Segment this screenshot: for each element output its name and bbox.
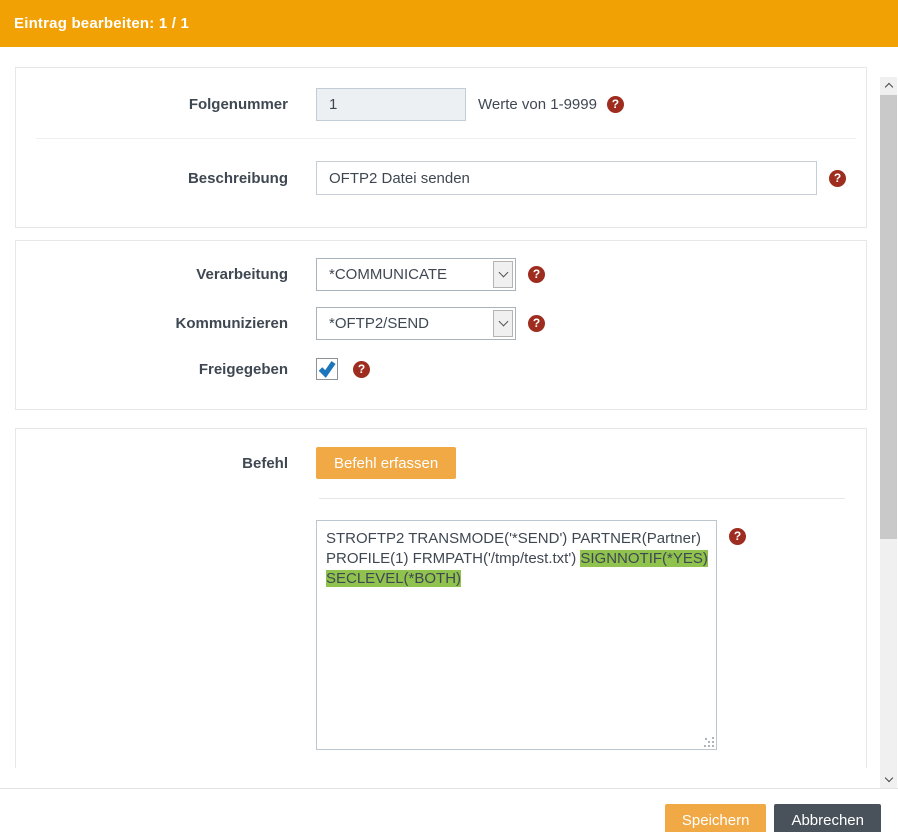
befehl-row: Befehl Befehl erfassen — [16, 429, 866, 479]
help-icon[interactable]: ? — [528, 315, 545, 332]
scrollbar-thumb[interactable] — [880, 95, 897, 539]
kommunizieren-select[interactable]: *OFTP2/SEND — [316, 307, 516, 340]
command-line: SECLEVEL(*BOTH) — [326, 569, 707, 589]
chevron-down-icon — [498, 317, 508, 327]
freigegeben-field: ? — [316, 358, 370, 380]
command-textarea[interactable]: STROFTP2 TRANSMODE('*SEND') PARTNER(Part… — [316, 520, 717, 750]
beschreibung-label: Beschreibung — [16, 170, 288, 187]
dialog-footer: Speichern Abbrechen — [0, 788, 898, 832]
checkmark-icon — [317, 359, 337, 379]
command-field: STROFTP2 TRANSMODE('*SEND') PARTNER(Part… — [316, 520, 746, 750]
card-command: Befehl Befehl erfassen STROFTP2 TRANSMOD… — [15, 428, 867, 768]
command-line: PROFILE(1) FRMPATH('/tmp/test.txt') SIGN… — [326, 549, 707, 569]
verarbeitung-select[interactable]: *COMMUNICATE — [316, 258, 516, 291]
vertical-scrollbar[interactable] — [880, 77, 897, 788]
card-processing: Verarbeitung *COMMUNICATE ? Kommuniziere… — [15, 240, 867, 410]
cancel-button[interactable]: Abbrechen — [774, 804, 881, 832]
befehl-actions: Befehl erfassen — [316, 447, 456, 479]
scroll-up-button[interactable] — [880, 77, 897, 94]
verarbeitung-field: *COMMUNICATE ? — [316, 258, 545, 291]
chevron-down-icon — [498, 268, 508, 278]
kommunizieren-row: Kommunizieren *OFTP2/SEND ? — [16, 307, 866, 340]
folgenummer-row: Folgenummer Werte von 1-9999 ? — [16, 68, 866, 121]
select-dropdown-button[interactable] — [493, 261, 513, 288]
divider — [36, 138, 856, 139]
dialog-body: Folgenummer Werte von 1-9999 ? Beschreib… — [0, 67, 898, 788]
folgenummer-label: Folgenummer — [16, 96, 288, 113]
freigegeben-row: Freigegeben ? — [16, 358, 866, 380]
scroll-down-button[interactable] — [880, 771, 897, 788]
folgenummer-field: Werte von 1-9999 ? — [316, 88, 624, 121]
save-button[interactable]: Speichern — [665, 804, 767, 832]
help-icon[interactable]: ? — [353, 361, 370, 378]
command-row: STROFTP2 TRANSMODE('*SEND') PARTNER(Part… — [16, 520, 866, 750]
verarbeitung-row: Verarbeitung *COMMUNICATE ? — [16, 241, 866, 291]
textarea-resize-handle[interactable] — [705, 738, 714, 747]
help-icon[interactable]: ? — [729, 528, 746, 545]
freigegeben-label: Freigegeben — [16, 361, 288, 378]
highlighted-command-text: SECLEVEL(*BOTH) — [326, 570, 461, 587]
dialog-title: Eintrag bearbeiten: 1 / 1 — [14, 15, 189, 32]
befehl-erfassen-button[interactable]: Befehl erfassen — [316, 447, 456, 479]
kommunizieren-label: Kommunizieren — [16, 315, 288, 332]
beschreibung-field: ? — [316, 161, 846, 195]
help-icon[interactable]: ? — [829, 170, 846, 187]
verarbeitung-selected-value: *COMMUNICATE — [329, 266, 447, 283]
edit-entry-dialog: Eintrag bearbeiten: 1 / 1 Folgenummer We… — [0, 0, 898, 832]
kommunizieren-field: *OFTP2/SEND ? — [316, 307, 545, 340]
folgenummer-hint: Werte von 1-9999 — [478, 96, 597, 113]
beschreibung-input[interactable] — [316, 161, 817, 195]
highlighted-command-text: SIGNNOTIF(*YES) — [580, 550, 708, 567]
dialog-header: Eintrag bearbeiten: 1 / 1 — [0, 0, 898, 47]
verarbeitung-label: Verarbeitung — [16, 266, 288, 283]
help-icon[interactable]: ? — [607, 96, 624, 113]
divider — [319, 498, 845, 499]
select-dropdown-button[interactable] — [493, 310, 513, 337]
kommunizieren-selected-value: *OFTP2/SEND — [329, 315, 429, 332]
command-textarea-wrapper: STROFTP2 TRANSMODE('*SEND') PARTNER(Part… — [316, 520, 717, 750]
freigegeben-checkbox[interactable] — [316, 358, 338, 380]
beschreibung-row: Beschreibung ? — [16, 161, 866, 195]
befehl-label: Befehl — [16, 455, 288, 472]
chevron-down-icon — [884, 774, 892, 782]
command-line: STROFTP2 TRANSMODE('*SEND') PARTNER(Part… — [326, 529, 707, 549]
folgenummer-input[interactable] — [316, 88, 466, 121]
help-icon[interactable]: ? — [528, 266, 545, 283]
chevron-up-icon — [884, 83, 892, 91]
card-identification: Folgenummer Werte von 1-9999 ? Beschreib… — [15, 67, 867, 228]
